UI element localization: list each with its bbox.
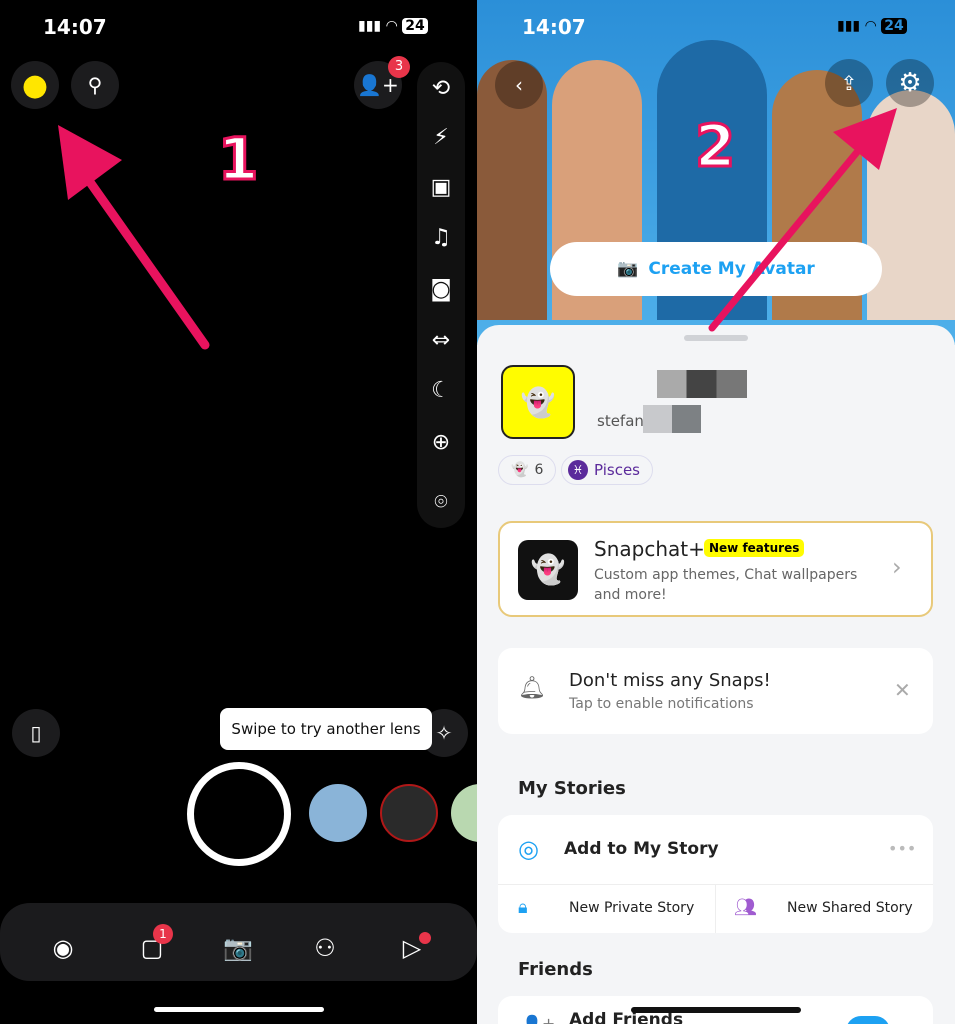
snapstar-chip[interactable]: 👻 6 bbox=[498, 455, 557, 485]
my-stories-card: ◎ Add to My Story ••• 🔒︎ New Private Sto… bbox=[498, 815, 933, 933]
map-icon[interactable]: ◉ bbox=[45, 930, 81, 966]
ghost-icon: 👻 bbox=[511, 462, 529, 478]
add-friend-icon: 👤+ bbox=[522, 1014, 556, 1024]
snapchat-plus-card[interactable]: 👻 Snapchat+ New features Custom app them… bbox=[498, 521, 933, 617]
new-private-story[interactable]: 🔒︎ New Private Story bbox=[498, 885, 716, 933]
friends-heading: Friends bbox=[518, 959, 593, 980]
lock-icon: 🔒︎ bbox=[518, 897, 528, 918]
notifications-title: Don't miss any Snaps! bbox=[569, 670, 771, 691]
capture-button[interactable] bbox=[187, 762, 291, 866]
private-story-label: New Private Story bbox=[569, 900, 695, 916]
chat-badge: 1 bbox=[153, 924, 173, 944]
username: stefan bbox=[597, 412, 644, 430]
lens-tooltip: Swipe to try another lens bbox=[220, 708, 432, 750]
memories-icon[interactable]: ▯ bbox=[12, 709, 60, 757]
snapcode[interactable]: 👻 bbox=[501, 365, 575, 439]
camera-icon: ◎ bbox=[518, 835, 539, 863]
spotlight-dot bbox=[419, 932, 431, 944]
zodiac-chip[interactable]: ♓ Pisces bbox=[561, 455, 653, 485]
lens-ghost[interactable] bbox=[309, 784, 367, 842]
new-shared-story[interactable]: 👥︎ New Shared Story bbox=[716, 885, 933, 933]
pointer-arrow bbox=[708, 108, 897, 332]
friends-icon[interactable]: ⚇ bbox=[307, 930, 343, 966]
pisces-icon: ♓ bbox=[568, 460, 588, 480]
my-stories-heading: My Stories bbox=[518, 778, 626, 799]
chevron-right-icon: › bbox=[892, 553, 902, 581]
home-indicator bbox=[154, 1007, 324, 1012]
group-icon: 👥︎ bbox=[734, 897, 757, 918]
close-icon[interactable]: ✕ bbox=[894, 678, 911, 702]
add-to-story-row[interactable]: ◎ Add to My Story ••• bbox=[498, 815, 933, 885]
pointer-arrow bbox=[58, 125, 210, 350]
home-indicator bbox=[631, 1007, 801, 1013]
new-features-badge: New features bbox=[704, 539, 805, 557]
notifications-card[interactable]: 🔔︎ Don't miss any Snaps! Tap to enable n… bbox=[498, 648, 933, 734]
notifications-subtitle: Tap to enable notifications bbox=[569, 696, 754, 712]
lens-smiley[interactable] bbox=[451, 784, 477, 842]
snapchat-plus-icon: 👻 bbox=[518, 540, 578, 600]
display-name-blurred bbox=[657, 370, 747, 398]
username-blurred bbox=[643, 405, 701, 433]
snapchat-plus-title: Snapchat+ bbox=[594, 537, 705, 561]
add-to-story-label: Add to My Story bbox=[564, 839, 719, 859]
add-friends-button[interactable] bbox=[846, 1016, 890, 1024]
camera-screen: 14:07 ▮▮▮ ◠ 24 ● ⚲ 👤+ 3 ⟲ ⚡ ▣ ♫ ◙ ⇔ ☾ ⊕ … bbox=[0, 0, 477, 1024]
lens-devil[interactable] bbox=[380, 784, 438, 842]
plus-icon[interactable]: ⊕ bbox=[421, 422, 461, 462]
scan-icon[interactable]: ⌾ bbox=[421, 482, 461, 522]
bell-icon: 🔔︎ bbox=[518, 676, 546, 701]
shared-story-label: New Shared Story bbox=[787, 900, 913, 916]
more-icon[interactable]: ••• bbox=[888, 839, 916, 858]
camera-icon[interactable]: 📷 bbox=[220, 930, 256, 966]
profile-screen: 14:07 ▮▮▮ ◠ 24 ‹ ⇪ ⚙ 2 📷 Create My Avatar… bbox=[477, 0, 955, 1024]
snapchat-plus-desc: Custom app themes, Chat wallpapers and m… bbox=[594, 567, 858, 603]
